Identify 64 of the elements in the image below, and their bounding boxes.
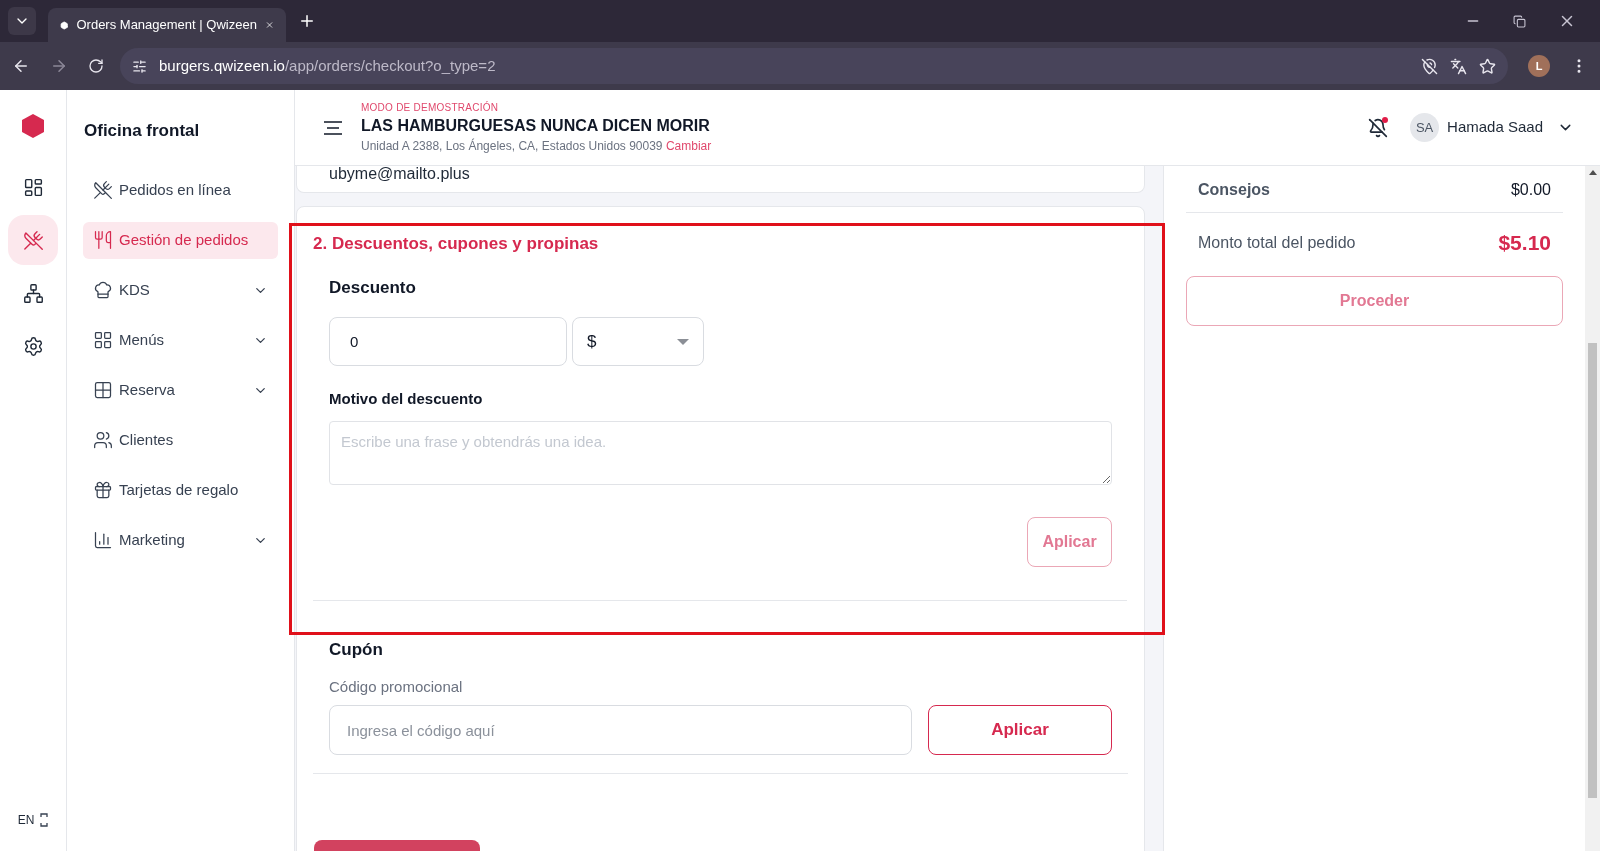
- sidebar-item[interactable]: Clientes: [83, 421, 278, 459]
- reload-icon[interactable]: [88, 58, 104, 74]
- scroll-up-arrow-icon[interactable]: [1588, 170, 1597, 175]
- language-code: EN: [17, 812, 35, 829]
- bookmark-star-icon: [1479, 57, 1496, 75]
- scrollbar-thumb[interactable]: [1588, 343, 1597, 798]
- restore-icon[interactable]: [1513, 14, 1526, 28]
- sidebar-item[interactable]: Menús: [83, 321, 278, 359]
- coupon-heading: Cupón: [329, 640, 384, 658]
- location-off-icon: [1421, 57, 1438, 75]
- cutlery-icon: [93, 230, 113, 250]
- user-avatar[interactable]: SA: [1410, 113, 1440, 142]
- total-label: Monto total del pedido: [1198, 233, 1356, 253]
- currency-select[interactable]: $: [572, 317, 704, 366]
- sidebar-item[interactable]: Gestión de pedidos: [83, 221, 278, 259]
- apply-button[interactable]: Aplicar: [928, 705, 1112, 755]
- site-logo-icon: [60, 18, 69, 32]
- browser-tab[interactable]: Orders Management | Qwizeen: [48, 8, 286, 42]
- restaurant-name: LAS HAMBURGUESAS NUNCA DICEN MORIR: [361, 116, 711, 136]
- dashboard-icon: [22, 176, 44, 198]
- total-value: $5.10: [1498, 230, 1551, 257]
- sidebar-item[interactable]: Reserva: [83, 371, 278, 409]
- email-text: ubyme@mailto.plus: [329, 166, 470, 182]
- address-text: Unidad A 2388, Los Ángeles, CA, Estados Unidos 90039: [361, 139, 663, 153]
- discount-amount-field[interactable]: 0: [329, 317, 567, 366]
- section-title: 2. Descuentos, cupones y propinas: [313, 233, 600, 255]
- tab-list-button[interactable]: [8, 7, 36, 35]
- sidebar-item[interactable]: Marketing: [83, 521, 278, 559]
- summary-value: $0.00: [1510, 180, 1551, 200]
- profile-avatar[interactable]: L: [1528, 55, 1550, 77]
- discount-heading: Descuento: [329, 276, 417, 299]
- promo-code-label: Código promocional: [329, 676, 464, 697]
- address-bar[interactable]: burgers.qwizeen.io/app/orders/checkout?o_type=2: [120, 48, 1508, 84]
- settings-icon: [22, 335, 44, 357]
- new-tab-icon[interactable]: [298, 12, 316, 30]
- change-link[interactable]: Cambiar: [665, 139, 712, 153]
- sidebar-item[interactable]: KDS: [83, 271, 278, 309]
- reason-label: Motivo del descuento: [329, 389, 484, 409]
- sidebar-item[interactable]: Tarjetas de regalo: [83, 471, 278, 509]
- back-icon[interactable]: [12, 57, 30, 75]
- sidebar-item[interactable]: Pedidos en línea: [83, 171, 278, 209]
- bar-chart-icon: [93, 530, 113, 550]
- site-settings-icon: [132, 58, 147, 74]
- expand-icon[interactable]: [40, 813, 49, 827]
- demo-mode-label: MODO DE DEMOSTRACIÓN: [361, 100, 500, 115]
- bell-off-icon: [1368, 117, 1389, 138]
- users-icon: [93, 430, 113, 450]
- hierarchy-icon: [22, 282, 44, 304]
- fork-knife-icon: [22, 229, 44, 251]
- chef-hat-icon: [93, 280, 113, 300]
- app-logo[interactable]: [22, 114, 44, 138]
- table-grid-icon: [93, 380, 113, 400]
- dropdown-arrow-icon: [677, 338, 689, 345]
- fork-knife-icon: [93, 180, 113, 200]
- translate-icon: [1450, 57, 1467, 75]
- sidebar-title: Oficina frontal: [83, 120, 201, 142]
- gift-icon: [93, 480, 113, 500]
- grid-icon: [93, 330, 113, 350]
- user-name[interactable]: Hamada Saad: [1447, 116, 1543, 139]
- promo-code-field[interactable]: Ingresa el código aquí: [329, 705, 912, 755]
- reason-field[interactable]: Escribe una frase y obtendrás una idea.: [329, 420, 1112, 485]
- forward-icon[interactable]: [50, 57, 68, 75]
- menu-icon[interactable]: [323, 119, 343, 136]
- summary-label: Consejos: [1198, 180, 1270, 200]
